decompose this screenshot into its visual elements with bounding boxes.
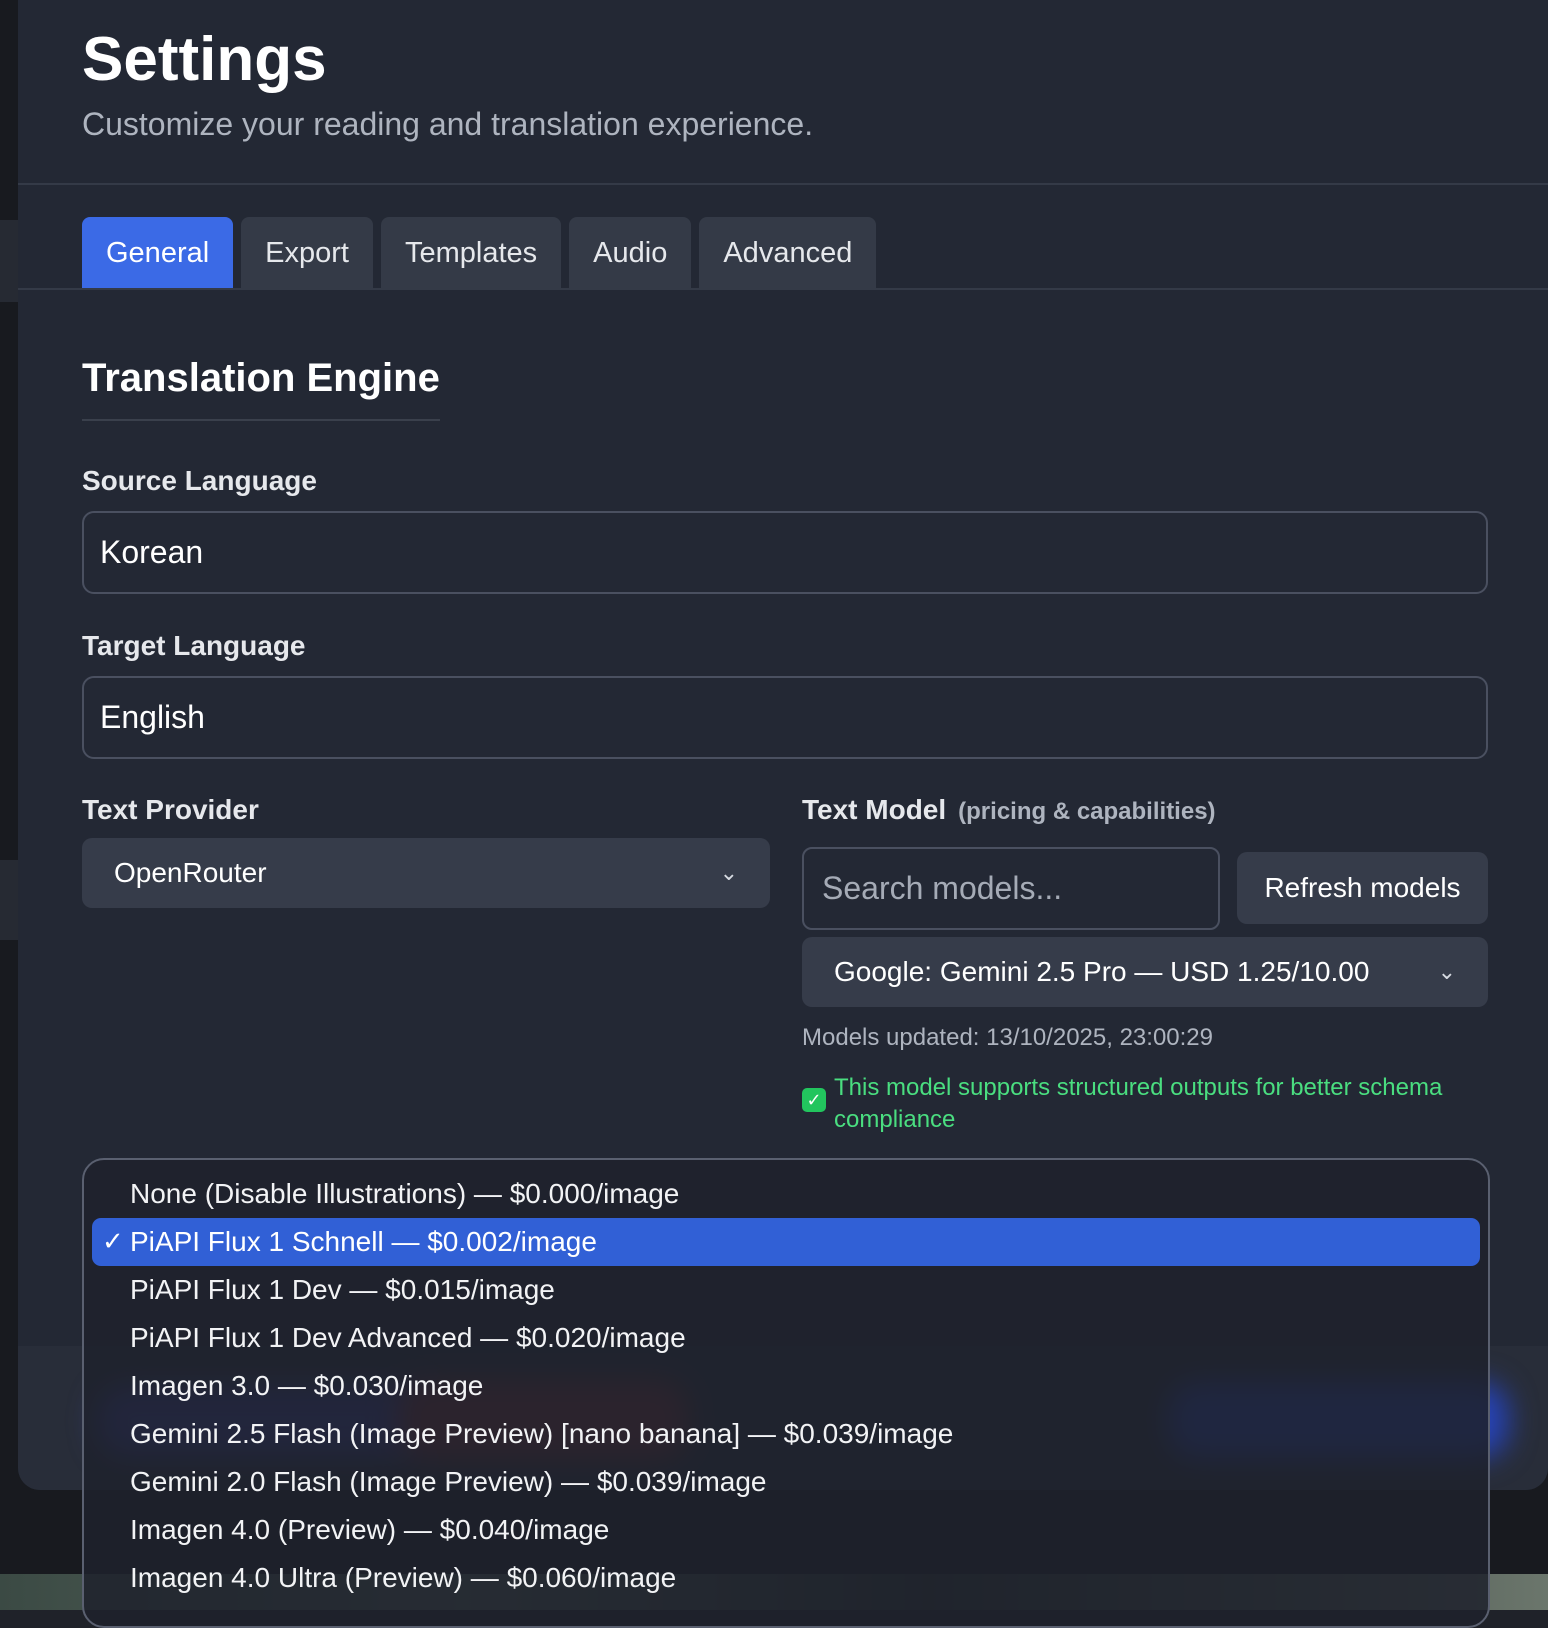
dropdown-option-label: PiAPI Flux 1 Schnell — $0.002/image [130, 1226, 597, 1257]
tab-templates[interactable]: Templates [381, 217, 562, 289]
tab-general[interactable]: General [82, 217, 234, 289]
tabs-divider [18, 288, 1548, 290]
checkmark-icon: ✓ [802, 1088, 826, 1112]
section-title: Translation Engine [82, 356, 440, 421]
models-updated-text: Models updated: 13/10/2025, 23:00:29 [802, 1024, 1213, 1051]
checkmark-icon: ✓ [102, 1226, 124, 1256]
background-strip [0, 220, 18, 302]
dropdown-option[interactable]: Imagen 4.0 (Preview) — $0.040/image [92, 1506, 1480, 1554]
text-provider-label: Text Provider [82, 794, 259, 825]
source-language-input[interactable]: Korean [82, 511, 1488, 594]
search-models-input[interactable]: Search models... [802, 847, 1220, 930]
target-language-label: Target Language [82, 630, 306, 661]
structured-output-text: This model supports structured outputs f… [834, 1074, 1443, 1133]
image-model-dropdown: None (Disable Illustrations) — $0.000/im… [82, 1158, 1490, 1628]
target-language-input[interactable]: English [82, 676, 1488, 759]
structured-output-notice: ✓ This model supports structured outputs… [802, 1072, 1492, 1136]
refresh-models-button[interactable]: Refresh models [1237, 852, 1488, 924]
tab-export[interactable]: Export [241, 217, 373, 289]
text-provider-value: OpenRouter [114, 857, 267, 888]
dropdown-option-selected[interactable]: ✓ PiAPI Flux 1 Schnell — $0.002/image [92, 1218, 1480, 1266]
dropdown-option[interactable]: Gemini 2.5 Flash (Image Preview) [nano b… [92, 1410, 1480, 1458]
text-model-label-text: Text Model [802, 794, 947, 825]
chevron-down-icon: ⌄ [719, 860, 738, 885]
dropdown-option[interactable]: PiAPI Flux 1 Dev — $0.015/image [92, 1266, 1480, 1314]
text-model-hint: (pricing & capabilities) [958, 798, 1216, 825]
text-model-label: Text Model (pricing & capabilities) [802, 794, 1216, 826]
modal-header: Settings Customize your reading and tran… [18, 0, 1548, 185]
tab-bar: General Export Templates Audio Advanced [82, 217, 877, 289]
tab-advanced[interactable]: Advanced [699, 217, 877, 289]
page-title: Settings [82, 25, 327, 94]
tab-audio[interactable]: Audio [569, 217, 692, 289]
background-strip [0, 860, 18, 940]
chevron-down-icon: ⌄ [1437, 959, 1456, 984]
dropdown-option[interactable]: Imagen 4.0 Ultra (Preview) — $0.060/imag… [92, 1554, 1480, 1602]
dropdown-option[interactable]: None (Disable Illustrations) — $0.000/im… [92, 1170, 1480, 1218]
text-model-value: Google: Gemini 2.5 Pro — USD 1.25/10.00 [834, 956, 1370, 987]
dropdown-option[interactable]: PiAPI Flux 1 Dev Advanced — $0.020/image [92, 1314, 1480, 1362]
dropdown-option[interactable]: Imagen 3.0 — $0.030/image [92, 1362, 1480, 1410]
dropdown-option[interactable]: Gemini 2.0 Flash (Image Preview) — $0.03… [92, 1458, 1480, 1506]
page-subtitle: Customize your reading and translation e… [82, 106, 814, 142]
text-provider-select[interactable]: OpenRouter ⌄ [82, 838, 770, 908]
text-model-select[interactable]: Google: Gemini 2.5 Pro — USD 1.25/10.00 … [802, 937, 1488, 1007]
source-language-label: Source Language [82, 465, 317, 496]
